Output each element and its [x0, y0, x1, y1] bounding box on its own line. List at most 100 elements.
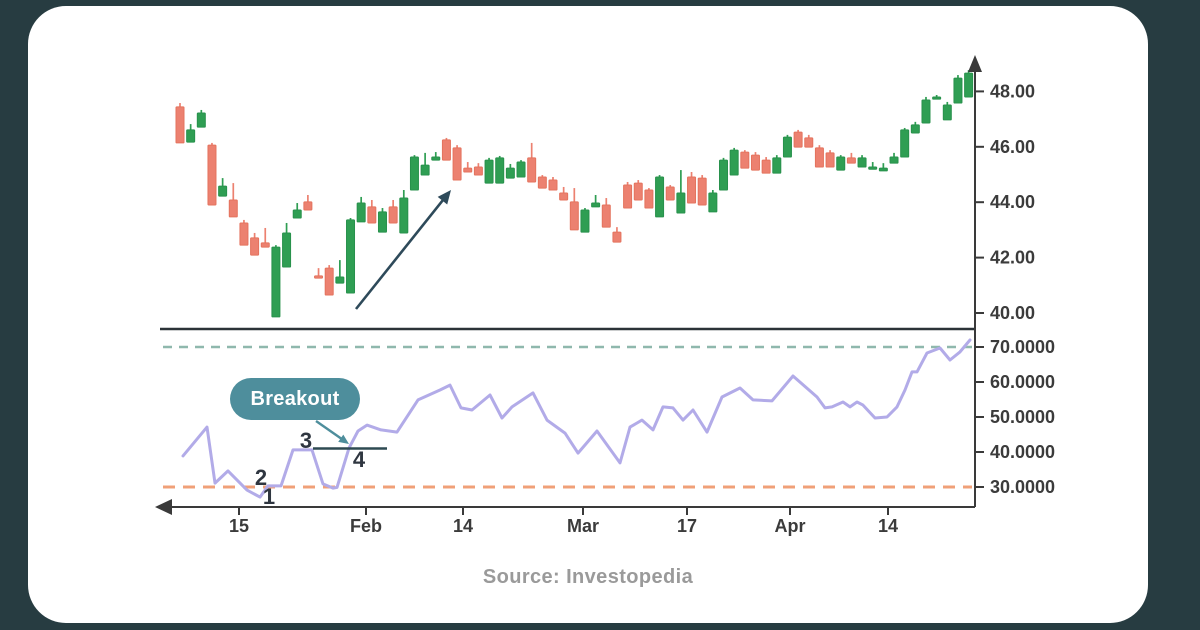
- candle-down: [688, 177, 696, 203]
- breakout-callout: Breakout: [230, 378, 360, 420]
- candle-up: [890, 157, 898, 163]
- y-tick-label: 60.0000: [990, 372, 1055, 392]
- x-tick-label: 14: [453, 516, 473, 536]
- candle-down: [624, 185, 632, 208]
- candle-up: [506, 168, 514, 178]
- candle-up: [581, 210, 589, 232]
- candle-down: [602, 205, 610, 227]
- x-tick-label: 17: [677, 516, 697, 536]
- candle-up: [933, 97, 941, 99]
- candle-down: [442, 140, 450, 160]
- candle-down: [549, 180, 557, 190]
- candle-up: [432, 157, 440, 160]
- candle-down: [634, 183, 642, 200]
- candle-up: [485, 160, 493, 183]
- y-tick-label: 48.00: [990, 81, 1035, 101]
- candle-down: [613, 232, 621, 242]
- y-axis-up-arrow: [968, 55, 982, 72]
- candle-down: [304, 202, 312, 210]
- candle-up: [730, 150, 738, 175]
- candle-up: [656, 177, 664, 217]
- candle-up: [879, 168, 887, 171]
- candle-up: [496, 158, 504, 183]
- axes: 48.0046.0044.0042.0040.0070.000060.00005…: [155, 55, 1055, 536]
- candle-down: [261, 243, 269, 247]
- candlestick-series: [176, 70, 973, 317]
- y-tick-label: 70.0000: [990, 337, 1055, 357]
- x-tick-label: Mar: [567, 516, 599, 536]
- candle-down: [474, 167, 482, 175]
- candle-down: [570, 202, 578, 230]
- candle-down: [453, 148, 461, 180]
- candle-up: [197, 113, 205, 127]
- candle-down: [368, 207, 376, 223]
- candle-down: [751, 155, 759, 170]
- y-tick-label: 44.00: [990, 192, 1035, 212]
- candle-up: [677, 193, 685, 213]
- candle-down: [528, 158, 536, 182]
- y-tick-label: 40.0000: [990, 442, 1055, 462]
- source-caption: Source: Investopedia: [28, 566, 1148, 589]
- chart-canvas: 48.0046.0044.0042.0040.0070.000060.00005…: [0, 0, 1200, 630]
- candle-up: [293, 210, 301, 218]
- candle-up: [720, 160, 728, 190]
- candle-up: [283, 233, 291, 267]
- candle-up: [400, 198, 408, 233]
- candle-down: [794, 132, 802, 147]
- y-tick-label: 50.0000: [990, 407, 1055, 427]
- candle-up: [410, 157, 418, 190]
- candle-up: [837, 157, 845, 170]
- candle-down: [805, 138, 813, 147]
- candle-down: [698, 178, 706, 205]
- candle-down: [815, 148, 823, 167]
- candle-up: [378, 212, 386, 232]
- x-tick-label: 14: [878, 516, 898, 536]
- candle-down: [251, 238, 259, 255]
- candle-up: [901, 130, 909, 157]
- candle-down: [464, 168, 472, 172]
- breakout-arrow-head: [338, 435, 349, 444]
- x-tick-label: Apr: [775, 516, 806, 536]
- candle-up: [336, 277, 344, 283]
- candle-down: [240, 223, 248, 245]
- candle-up: [965, 73, 973, 97]
- candle-up: [773, 158, 781, 173]
- candle-down: [538, 177, 546, 188]
- candle-up: [219, 186, 227, 196]
- candle-down: [389, 207, 397, 223]
- candle-down: [325, 268, 333, 295]
- candle-down: [645, 190, 653, 208]
- candle-up: [421, 165, 429, 175]
- candle-down: [826, 153, 834, 167]
- candle-up: [347, 220, 355, 293]
- candle-down: [762, 160, 770, 173]
- candle-down: [176, 107, 184, 143]
- page-background: 48.0046.0044.0042.0040.0070.000060.00005…: [0, 0, 1200, 630]
- candle-up: [943, 105, 951, 120]
- candle-up: [954, 78, 962, 103]
- candle-up: [783, 137, 791, 157]
- y-tick-label: 40.00: [990, 303, 1035, 323]
- candle-up: [911, 125, 919, 133]
- breakout-arrow: [316, 421, 343, 440]
- candle-down: [560, 193, 568, 200]
- candle-up: [858, 158, 866, 167]
- candle-down: [666, 187, 674, 200]
- x-axis-left-arrow: [155, 499, 172, 515]
- candle-up: [592, 203, 600, 207]
- y-tick-label: 42.00: [990, 248, 1035, 268]
- candle-down: [315, 276, 323, 278]
- candle-up: [357, 203, 365, 222]
- y-tick-label: 30.0000: [990, 477, 1055, 497]
- x-tick-label: Feb: [350, 516, 382, 536]
- candle-up: [272, 247, 280, 317]
- candle-down: [208, 145, 216, 205]
- candle-down: [229, 200, 237, 217]
- candle-up: [187, 130, 195, 142]
- candle-up: [517, 162, 525, 177]
- candle-up: [922, 100, 930, 123]
- candle-down: [847, 158, 855, 163]
- x-tick-label: 15: [229, 516, 249, 536]
- candle-up: [709, 193, 717, 212]
- candle-down: [741, 152, 749, 168]
